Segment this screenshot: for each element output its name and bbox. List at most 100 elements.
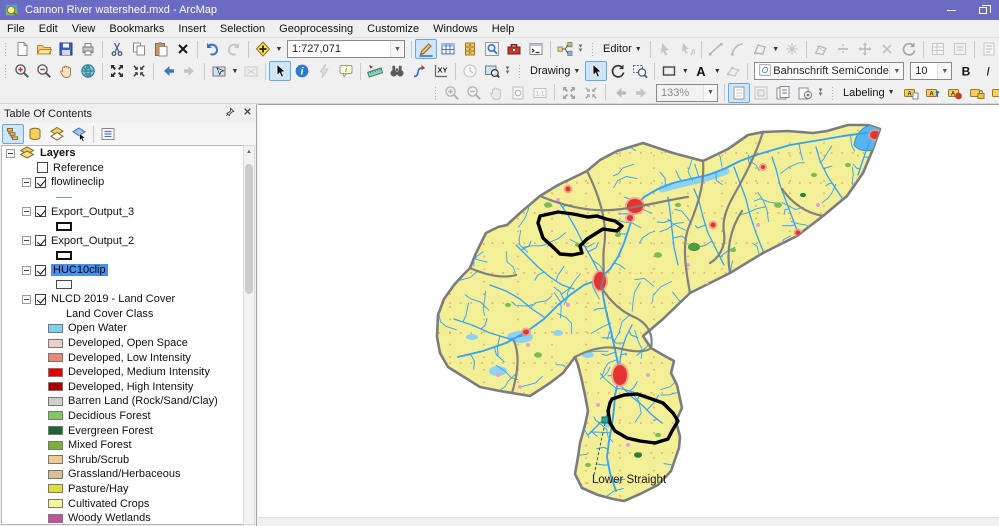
layer-label[interactable]: Reference [53, 162, 104, 174]
list-by-selection-button[interactable] [68, 124, 90, 144]
go-to-xy-button[interactable]: XY [430, 61, 452, 81]
layer-visibility-checkbox[interactable] [35, 235, 46, 247]
legend-swatch[interactable] [48, 396, 63, 406]
dropdown-arrow-icon[interactable]: ▼ [771, 39, 781, 59]
collapse-icon[interactable] [22, 265, 31, 275]
paste-button[interactable] [150, 39, 172, 59]
open-button[interactable] [33, 39, 55, 59]
list-by-source-button[interactable] [24, 124, 46, 144]
layer-visibility-checkbox[interactable] [35, 293, 46, 305]
legend-swatch[interactable] [48, 469, 63, 479]
new-text-tool[interactable]: A [690, 61, 712, 81]
layer-label[interactable]: flowlineclip [51, 176, 104, 188]
menu-selection[interactable]: Selection [213, 21, 272, 37]
layer-visibility-checkbox[interactable] [37, 162, 48, 174]
menu-customize[interactable]: Customize [360, 21, 426, 37]
list-by-visibility-button[interactable] [46, 124, 68, 144]
collapse-icon[interactable] [6, 148, 15, 158]
map-scale-combo[interactable]: 1:727,071 ▼ [287, 40, 405, 58]
layer-symbol[interactable] [56, 250, 72, 260]
legend-swatch[interactable] [48, 382, 63, 392]
map-canvas[interactable]: Lower Straight [258, 104, 999, 526]
measure-tool[interactable] [364, 61, 386, 81]
layout-zoom-combo[interactable]: 133% ▼ [656, 83, 718, 102]
layer-label[interactable]: NLCD 2019 - Land Cover [51, 293, 175, 305]
layer-visibility-checkbox[interactable] [35, 206, 46, 218]
legend-swatch[interactable] [48, 484, 63, 494]
labeling-menu[interactable]: Labeling ▼ [838, 84, 900, 102]
legend-swatch[interactable] [48, 338, 63, 348]
fixed-zoom-in-button[interactable] [106, 61, 128, 81]
python-window-button[interactable] [525, 39, 547, 59]
label-priority-button[interactable]: A [922, 83, 944, 103]
new-map-button[interactable] [11, 39, 33, 59]
toolbar-grip[interactable] [3, 63, 8, 79]
toolbar-overflow-button[interactable]: ▾ ▾ [816, 83, 825, 103]
layer-symbol[interactable] [56, 280, 72, 290]
delete-button[interactable] [172, 39, 194, 59]
collapse-icon[interactable] [22, 177, 31, 187]
zoom-to-selected-button[interactable] [629, 61, 651, 81]
group-label[interactable]: Layers [40, 147, 75, 159]
menu-help[interactable]: Help [485, 21, 522, 37]
combo-dropdown-icon[interactable]: ▼ [390, 41, 404, 57]
dropdown-arrow-icon[interactable]: ▼ [274, 39, 284, 59]
dropdown-arrow-icon[interactable]: ▼ [680, 61, 690, 81]
lock-labels-button[interactable] [966, 83, 988, 103]
combo-dropdown-icon[interactable]: ▼ [889, 63, 904, 79]
copy-button[interactable] [128, 39, 150, 59]
select-features-tool[interactable] [208, 61, 230, 81]
pause-labeling-button[interactable] [988, 83, 999, 103]
label-weight-button[interactable]: A [944, 83, 966, 103]
legend-swatch[interactable] [48, 455, 63, 465]
scroll-thumb[interactable] [245, 164, 253, 294]
collapse-icon[interactable] [22, 207, 31, 217]
dropdown-arrow-icon[interactable]: ▼ [230, 61, 240, 81]
toggle-draft-mode[interactable] [728, 82, 750, 103]
menu-file[interactable]: File [0, 21, 32, 37]
bold-button[interactable]: B [955, 61, 977, 81]
data-driven-pages-button[interactable] [772, 83, 794, 103]
label-manager-button[interactable]: A [900, 83, 922, 103]
layer-visibility-checkbox[interactable] [35, 176, 46, 188]
toc-options-button[interactable] [97, 124, 119, 144]
toolbar-overflow-button[interactable]: ▾ ▾ [576, 39, 585, 59]
legend-swatch[interactable] [48, 323, 63, 333]
editor-toolbar-toggle[interactable] [415, 39, 437, 59]
menu-bookmarks[interactable]: Bookmarks [102, 21, 171, 37]
rotate-element-tool[interactable] [607, 61, 629, 81]
combo-dropdown-icon[interactable]: ▼ [937, 63, 952, 79]
font-combo[interactable]: O Bahnschrift SemiCondensed▼ [754, 62, 905, 80]
data-driven-pages-settings[interactable] [794, 83, 816, 103]
collapse-icon[interactable] [22, 294, 31, 304]
toolbar-grip[interactable] [830, 84, 835, 101]
collapse-icon[interactable] [22, 236, 31, 246]
fixed-zoom-out-button[interactable] [128, 61, 150, 81]
minimize-button[interactable] [935, 0, 967, 20]
dropdown-arrow-icon[interactable]: ▼ [712, 61, 722, 81]
new-rectangle-tool[interactable] [658, 61, 680, 81]
map-horizontal-scrollbar[interactable] [258, 517, 999, 526]
modelbuilder-button[interactable] [554, 39, 576, 59]
legend-swatch[interactable] [48, 426, 63, 436]
legend-swatch[interactable] [48, 513, 63, 523]
create-viewer-window-button[interactable] [481, 61, 503, 81]
pan-tool[interactable] [55, 61, 77, 81]
toolbar-grip[interactable] [433, 84, 438, 101]
arctoolbox-button[interactable] [503, 39, 525, 59]
close-icon[interactable] [243, 107, 252, 120]
toolbar-grip[interactable] [517, 63, 522, 79]
legend-swatch[interactable] [48, 367, 63, 377]
html-popup-tool[interactable]: i [335, 61, 357, 81]
layer-label[interactable]: Export_Output_3 [51, 206, 134, 218]
search-window-button[interactable] [481, 39, 503, 59]
layer-symbol[interactable] [56, 196, 72, 198]
find-route-button[interactable] [408, 61, 430, 81]
combo-dropdown-icon[interactable]: ▼ [703, 84, 717, 101]
select-elements-tool-2[interactable] [585, 61, 608, 81]
toolbar-overflow-button[interactable]: ▾ ▾ [503, 61, 512, 81]
layer-label[interactable]: Export_Output_2 [51, 235, 134, 247]
menu-view[interactable]: View [65, 21, 103, 37]
toc-scrollbar[interactable]: ▲ [243, 145, 255, 525]
layer-symbol[interactable] [56, 221, 72, 231]
